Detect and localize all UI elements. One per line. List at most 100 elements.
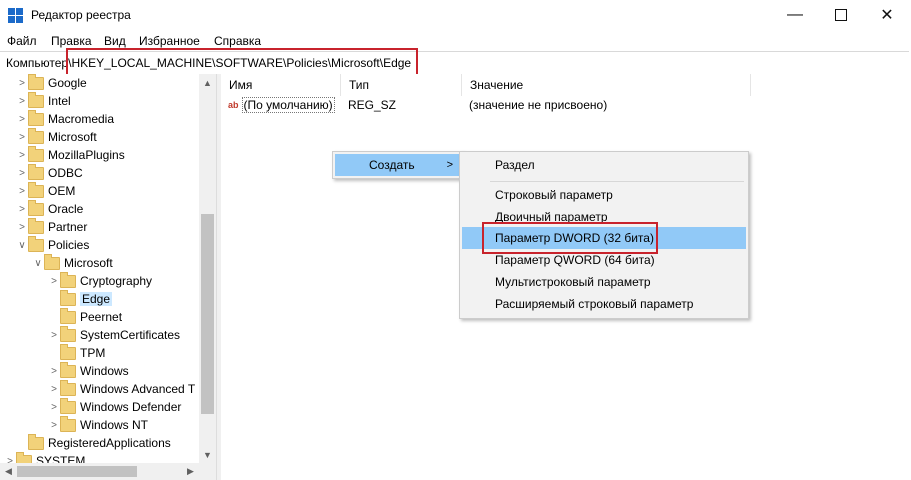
tree-item-mozillaplugins[interactable]: > MozillaPlugins bbox=[16, 145, 125, 164]
tree-item-systemcertificates[interactable]: > SystemCertificates bbox=[48, 325, 181, 344]
minimize-icon: — bbox=[787, 6, 803, 23]
tree-item-label: Edge bbox=[80, 292, 113, 306]
folder-icon bbox=[60, 397, 76, 414]
chevron-right-icon[interactable]: > bbox=[16, 186, 28, 197]
submenu-item-key[interactable]: Раздел bbox=[462, 154, 746, 176]
context-menu: Создать > bbox=[332, 151, 464, 179]
tree-item-label: Windows NT bbox=[80, 418, 149, 432]
chevron-down-icon[interactable]: ∨ bbox=[32, 258, 44, 269]
table-row[interactable]: ab (По умолчанию) bbox=[228, 97, 335, 113]
tree-item-intel[interactable]: > Intel bbox=[16, 91, 71, 110]
column-header-value[interactable]: Значение bbox=[462, 74, 751, 96]
folder-icon bbox=[60, 289, 76, 306]
chevron-right-icon[interactable]: > bbox=[48, 402, 60, 413]
value-type: REG_SZ bbox=[348, 98, 397, 112]
chevron-right-icon[interactable]: > bbox=[48, 330, 60, 341]
tree-item-google[interactable]: > Google bbox=[16, 74, 87, 92]
column-header-label: Имя bbox=[229, 78, 253, 92]
tree-horizontal-scrollbar[interactable]: ◀ ▶ bbox=[0, 463, 216, 480]
submenu-item-expandable-string[interactable]: Расширяемый строковый параметр bbox=[462, 293, 746, 315]
submenu-item-multistring[interactable]: Мультистроковый параметр bbox=[462, 271, 746, 293]
tree-vertical-scrollbar[interactable]: ▲ ▼ bbox=[199, 74, 216, 464]
minimize-button[interactable]: — bbox=[772, 0, 818, 30]
tree-item-oem[interactable]: > OEM bbox=[16, 181, 76, 200]
folder-icon bbox=[60, 379, 76, 396]
menu-help[interactable]: Справка bbox=[214, 34, 261, 48]
tree-item-label: RegisteredApplications bbox=[48, 436, 171, 450]
tree-item-label: Peernet bbox=[80, 310, 123, 324]
menu-item-label: Раздел bbox=[495, 158, 535, 172]
chevron-right-icon[interactable]: > bbox=[48, 420, 60, 431]
tree-item-edge[interactable]: Edge bbox=[48, 289, 113, 308]
column-header-name[interactable]: Имя bbox=[221, 74, 341, 96]
chevron-right-icon[interactable]: > bbox=[48, 384, 60, 395]
menu-item-label: Строковый параметр bbox=[495, 188, 613, 202]
value-data: (значение не присвоено) bbox=[469, 98, 608, 112]
tree-item-macromedia[interactable]: > Macromedia bbox=[16, 109, 115, 128]
tree-item-windows-defender[interactable]: > Windows Defender bbox=[48, 397, 181, 416]
chevron-right-icon[interactable]: > bbox=[16, 222, 28, 233]
chevron-right-icon[interactable]: > bbox=[16, 150, 28, 161]
column-header-type[interactable]: Тип bbox=[341, 74, 462, 96]
dword-annotation-box bbox=[482, 222, 658, 254]
tree-item-oracle[interactable]: > Oracle bbox=[16, 199, 83, 218]
menu-file[interactable]: Файл bbox=[7, 34, 37, 48]
tree-item-label: OEM bbox=[48, 184, 76, 198]
menu-edit[interactable]: Правка bbox=[51, 34, 92, 48]
tree-item-label: Google bbox=[48, 76, 87, 90]
folder-icon bbox=[28, 74, 44, 90]
chevron-right-icon[interactable]: > bbox=[16, 132, 28, 143]
folder-icon bbox=[60, 343, 76, 360]
chevron-down-icon[interactable]: ∨ bbox=[16, 240, 28, 251]
chevron-right-icon[interactable]: > bbox=[16, 114, 28, 125]
tree-item-label: TPM bbox=[80, 346, 106, 360]
tree-item-label: Intel bbox=[48, 94, 71, 108]
tree-hscroll-thumb[interactable] bbox=[17, 466, 137, 477]
tree-item-peernet[interactable]: Peernet bbox=[48, 307, 123, 326]
tree-item-windows-advanced[interactable]: > Windows Advanced T bbox=[48, 379, 195, 398]
tree-item-label: Macromedia bbox=[48, 112, 115, 126]
folder-icon bbox=[28, 91, 44, 108]
column-header-label: Значение bbox=[470, 78, 524, 92]
folder-icon bbox=[60, 361, 76, 378]
tree-scroll-thumb[interactable] bbox=[201, 214, 214, 414]
scroll-down-icon[interactable]: ▼ bbox=[199, 446, 216, 463]
chevron-right-icon[interactable]: > bbox=[16, 168, 28, 179]
tree-item-policies[interactable]: ∨ Policies bbox=[16, 235, 89, 254]
folder-icon bbox=[28, 217, 44, 234]
tree-item-microsoft[interactable]: > Microsoft bbox=[16, 127, 97, 146]
tree-item-windows[interactable]: > Windows bbox=[48, 361, 129, 380]
tree-item-cryptography[interactable]: > Cryptography bbox=[48, 271, 152, 290]
close-button[interactable]: ✕ bbox=[864, 0, 910, 30]
menu-favorites[interactable]: Избранное bbox=[139, 34, 200, 48]
maximize-button[interactable] bbox=[818, 0, 864, 30]
tree-item-windows-nt[interactable]: > Windows NT bbox=[48, 415, 149, 434]
menu-view[interactable]: Вид bbox=[104, 34, 126, 48]
scroll-right-icon[interactable]: ▶ bbox=[182, 463, 199, 480]
close-icon: ✕ bbox=[880, 7, 894, 24]
scroll-left-icon[interactable]: ◀ bbox=[0, 463, 17, 480]
tree-item-tpm[interactable]: TPM bbox=[48, 343, 106, 362]
tree-item-registeredapplications[interactable]: RegisteredApplications bbox=[16, 433, 171, 452]
chevron-right-icon[interactable]: > bbox=[48, 366, 60, 377]
chevron-right-icon[interactable]: > bbox=[16, 78, 28, 89]
scroll-up-icon[interactable]: ▲ bbox=[199, 74, 216, 91]
tree-item-label: SystemCertificates bbox=[80, 328, 181, 342]
menu-separator bbox=[490, 181, 744, 182]
chevron-right-icon[interactable]: > bbox=[48, 276, 60, 287]
folder-icon bbox=[28, 433, 44, 450]
tree-item-partner[interactable]: > Partner bbox=[16, 217, 87, 236]
folder-icon bbox=[60, 415, 76, 432]
title-bar: Редактор реестра — ✕ bbox=[0, 0, 911, 32]
chevron-right-icon[interactable]: > bbox=[16, 204, 28, 215]
folder-icon bbox=[28, 235, 44, 252]
chevron-right-icon[interactable]: > bbox=[16, 96, 28, 107]
tree-item-policies-microsoft[interactable]: ∨ Microsoft bbox=[32, 253, 113, 272]
menu-item-create[interactable]: Создать > bbox=[335, 154, 461, 176]
tree-item-odbc[interactable]: > ODBC bbox=[16, 163, 83, 182]
submenu-item-string[interactable]: Строковый параметр bbox=[462, 184, 746, 206]
folder-icon bbox=[44, 253, 60, 270]
value-name: (По умолчанию) bbox=[241, 97, 335, 113]
folder-icon bbox=[28, 199, 44, 216]
window-title: Редактор реестра bbox=[31, 8, 131, 22]
